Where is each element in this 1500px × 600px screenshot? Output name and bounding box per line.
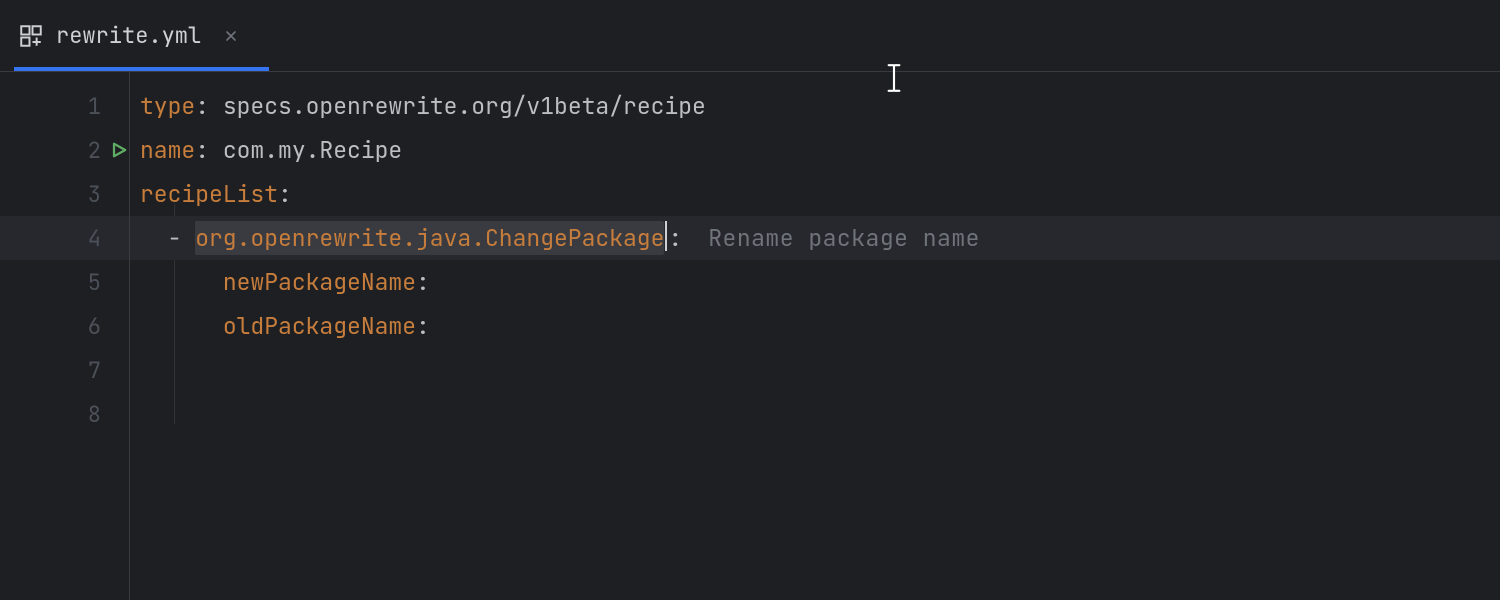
code-line[interactable] xyxy=(130,392,1500,436)
code-line[interactable]: name: com.my.Recipe xyxy=(130,128,1500,172)
tab-bar: rewrite.yml xyxy=(0,0,1500,72)
text-caret xyxy=(665,221,667,251)
gutter-line[interactable]: 8 xyxy=(0,392,129,436)
gutter-line[interactable]: 3 xyxy=(0,172,129,216)
inline-hint: Rename package name xyxy=(708,223,980,253)
code-line[interactable] xyxy=(130,348,1500,392)
close-icon[interactable] xyxy=(221,26,241,46)
ibeam-cursor-icon xyxy=(886,63,902,93)
gutter-line[interactable]: 7 xyxy=(0,348,129,392)
gutter: 1 2 3 4 5 6 7 8 xyxy=(0,72,130,600)
gutter-line[interactable]: 1 xyxy=(0,84,129,128)
tab-filename: rewrite.yml xyxy=(56,21,201,50)
code-line[interactable]: newPackageName: xyxy=(130,260,1500,304)
code-line[interactable]: type: specs.openrewrite.org/v1beta/recip… xyxy=(130,84,1500,128)
code-line[interactable]: - org.openrewrite.java.ChangePackage:Ren… xyxy=(130,216,1500,260)
gutter-line[interactable]: 4 xyxy=(0,216,129,260)
code-area[interactable]: type: specs.openrewrite.org/v1beta/recip… xyxy=(130,72,1500,600)
gutter-line[interactable]: 6 xyxy=(0,304,129,348)
editor: 1 2 3 4 5 6 7 8 type: specs.openrewrite.… xyxy=(0,72,1500,600)
tab-active-indicator xyxy=(14,67,269,71)
file-tab[interactable]: rewrite.yml xyxy=(0,0,259,71)
gutter-line[interactable]: 5 xyxy=(0,260,129,304)
run-icon[interactable] xyxy=(108,139,130,161)
highlighted-symbol: org.openrewrite.java.ChangePackage xyxy=(195,221,664,255)
code-line[interactable]: recipeList: xyxy=(130,172,1500,216)
yml-file-icon xyxy=(18,23,44,49)
code-line[interactable]: oldPackageName: xyxy=(130,304,1500,348)
gutter-line[interactable]: 2 xyxy=(0,128,129,172)
